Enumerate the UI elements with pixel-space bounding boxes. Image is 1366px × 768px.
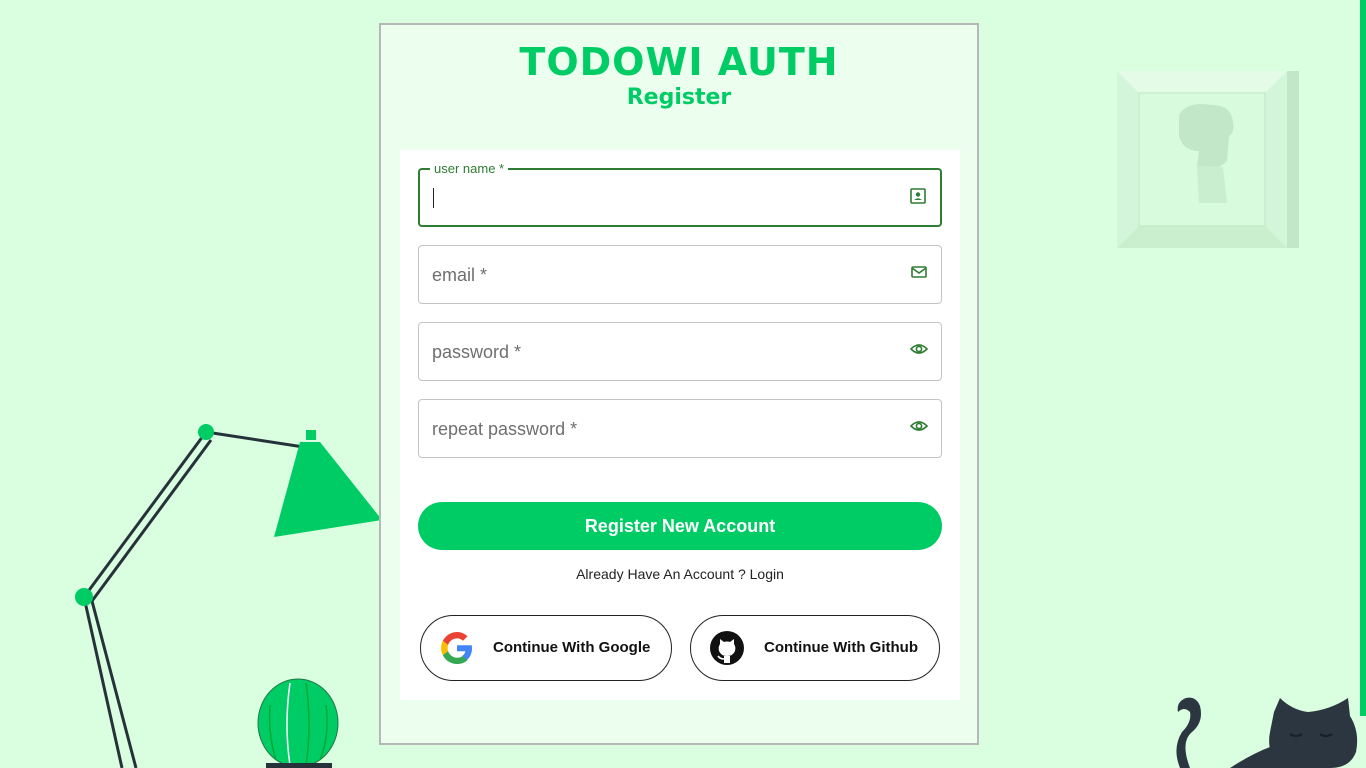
google-icon [441,632,472,664]
username-label: user name * [430,161,509,177]
portrait-frame-decoration [1117,71,1299,248]
password-placeholder: password * [432,342,522,362]
google-login-button[interactable]: Continue With Google [420,615,672,681]
register-button[interactable]: Register New Account [418,502,942,550]
password-field[interactable]: password * [418,322,942,381]
mail-icon [911,266,927,278]
github-button-label: Continue With Github [764,639,918,656]
eye-icon[interactable] [909,339,929,359]
github-login-button[interactable]: Continue With Github [690,615,940,681]
text-caret [433,188,434,208]
cactus-decoration [257,678,339,768]
register-card: TODOWI AUTH Register user name * email *… [379,23,979,745]
user-card-icon [910,188,926,204]
email-placeholder: email * [432,265,488,285]
username-field[interactable]: user name * [418,161,942,227]
github-icon [710,631,744,665]
page-subtitle: Register [626,85,732,110]
repeat-password-placeholder: repeat password * [432,419,578,439]
eye-icon[interactable] [909,416,929,436]
login-link[interactable]: Already Have An Account ? Login [400,565,960,583]
brand-title: TODOWI AUTH [519,40,839,84]
email-field[interactable]: email * [418,245,942,304]
right-accent-bar [1360,0,1366,716]
google-button-label: Continue With Google [493,639,651,656]
register-form: user name * email * password * repeat pa… [400,150,960,700]
repeat-password-field[interactable]: repeat password * [418,399,942,458]
cat-decoration [1176,697,1358,768]
